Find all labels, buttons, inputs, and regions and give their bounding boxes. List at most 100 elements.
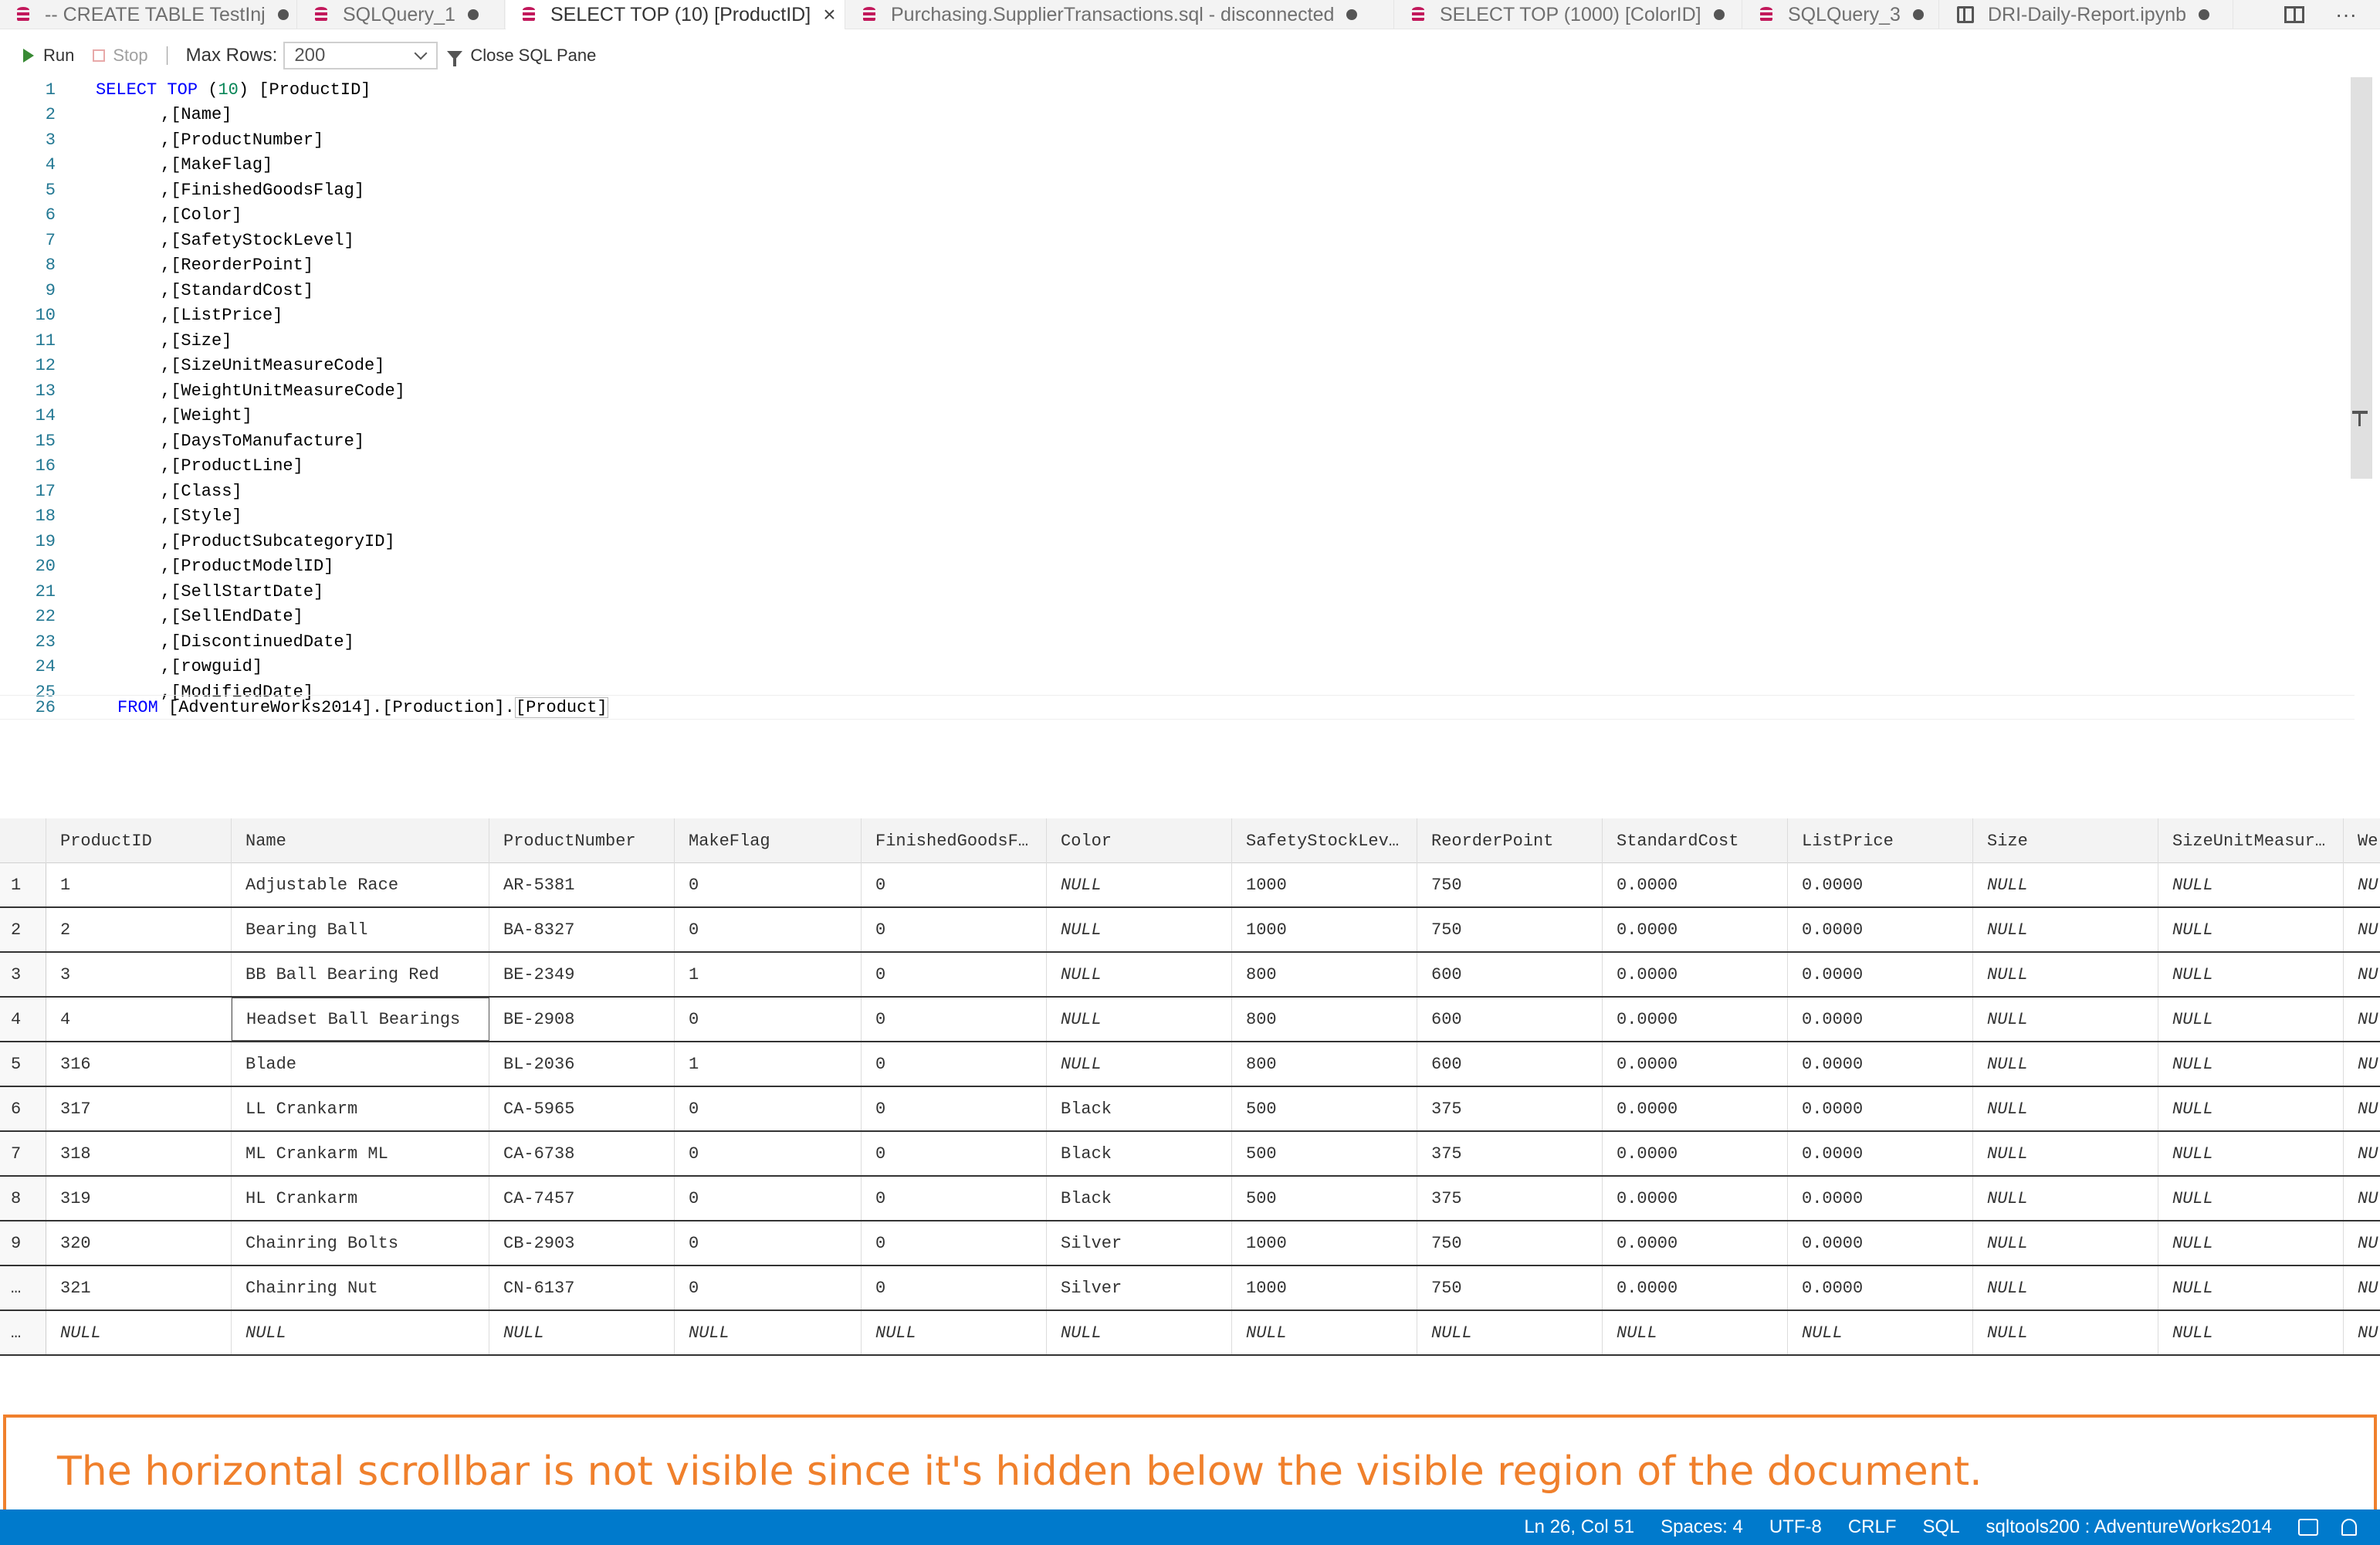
- row-number[interactable]: 9: [0, 1221, 46, 1265]
- table-cell[interactable]: 317: [46, 1087, 232, 1130]
- table-cell[interactable]: NULL: [2158, 908, 2344, 951]
- table-cell[interactable]: NULL: [1788, 1311, 1973, 1354]
- column-header[interactable]: ProductNumber: [489, 818, 675, 863]
- table-cell[interactable]: AR-5381: [489, 863, 675, 906]
- table-cell[interactable]: NULL: [2158, 1042, 2344, 1086]
- table-cell[interactable]: 1000: [1232, 1221, 1417, 1265]
- table-cell[interactable]: 375: [1417, 1132, 1603, 1175]
- table-cell[interactable]: 0: [862, 863, 1047, 906]
- column-header[interactable]: FinishedGoodsF…: [862, 818, 1047, 863]
- table-cell[interactable]: NU: [2344, 1042, 2380, 1086]
- table-row[interactable]: 7 318 ML Crankarm ML CA-6738 0 0 Black 500 375 0.…: [0, 1132, 2380, 1177]
- close-sql-pane-button[interactable]: Close SQL Pane: [447, 46, 596, 66]
- tab-dri-daily-report[interactable]: DRI-Daily-Report.ipynb: [1940, 0, 2233, 29]
- status-connection[interactable]: sqltools200 : AdventureWorks2014: [1986, 1516, 2272, 1538]
- table-cell[interactable]: 750: [1417, 908, 1603, 951]
- table-cell[interactable]: LL Crankarm: [232, 1087, 489, 1130]
- table-cell[interactable]: NU: [2344, 908, 2380, 951]
- table-cell[interactable]: NULL: [2158, 998, 2344, 1041]
- table-cell[interactable]: 0: [675, 863, 862, 906]
- table-cell[interactable]: 0: [862, 908, 1047, 951]
- table-row[interactable]: 2 2 Bearing Ball BA-8327 0 0 NULL 1000 750 0.0000…: [0, 908, 2380, 953]
- column-header[interactable]: ReorderPoint: [1417, 818, 1603, 863]
- row-number[interactable]: 3: [0, 953, 46, 996]
- sql-editor[interactable]: 1 SELECT TOP (10) [ProductID] 2 ,[Name] 3,…: [0, 77, 2380, 726]
- table-cell[interactable]: NULL: [1047, 998, 1232, 1041]
- table-cell[interactable]: 1000: [1232, 863, 1417, 906]
- table-cell[interactable]: NULL: [1973, 1311, 2158, 1354]
- table-cell[interactable]: 0.0000: [1788, 908, 1973, 951]
- table-cell[interactable]: 600: [1417, 953, 1603, 996]
- table-cell[interactable]: 750: [1417, 1221, 1603, 1265]
- table-cell[interactable]: HL Crankarm: [232, 1177, 489, 1220]
- table-row[interactable]: 3 3 BB Ball Bearing Red BE-2349 1 0 NULL 800 600…: [0, 953, 2380, 998]
- table-cell[interactable]: NULL: [2158, 1221, 2344, 1265]
- table-cell[interactable]: 0: [675, 1221, 862, 1265]
- table-cell[interactable]: NULL: [1047, 908, 1232, 951]
- table-cell[interactable]: 0: [862, 998, 1047, 1041]
- column-header[interactable]: ListPrice: [1788, 818, 1973, 863]
- table-row[interactable]: 5 316 Blade BL-2036 1 0 NULL 800 600 0.0000 0.0000…: [0, 1042, 2380, 1087]
- column-header[interactable]: Color: [1047, 818, 1232, 863]
- table-cell[interactable]: 0.0000: [1788, 1042, 1973, 1086]
- feedback-icon[interactable]: [2298, 1519, 2318, 1536]
- table-cell[interactable]: NULL: [1047, 953, 1232, 996]
- run-button[interactable]: Run: [23, 46, 74, 66]
- max-rows-select[interactable]: 200: [283, 42, 438, 69]
- table-cell[interactable]: NULL: [862, 1311, 1047, 1354]
- table-cell[interactable]: CB-2903: [489, 1221, 675, 1265]
- table-cell[interactable]: 750: [1417, 863, 1603, 906]
- table-cell[interactable]: 1000: [1232, 908, 1417, 951]
- table-cell[interactable]: 0: [862, 1132, 1047, 1175]
- table-cell[interactable]: 0: [862, 1221, 1047, 1265]
- table-cell[interactable]: NULL: [1232, 1311, 1417, 1354]
- table-cell[interactable]: Chainring Bolts: [232, 1221, 489, 1265]
- tab-purchasing-supplier-transactions[interactable]: Purchasing.SupplierTransactions.sql - di…: [846, 0, 1394, 29]
- table-cell[interactable]: NULL: [1973, 1132, 2158, 1175]
- table-cell[interactable]: NULL: [1973, 1177, 2158, 1220]
- close-icon[interactable]: ×: [823, 4, 835, 25]
- table-cell[interactable]: 0.0000: [1788, 1132, 1973, 1175]
- table-cell[interactable]: 0.0000: [1603, 998, 1788, 1041]
- table-cell[interactable]: CN-6137: [489, 1266, 675, 1310]
- table-cell[interactable]: NU: [2344, 1221, 2380, 1265]
- more-actions-icon[interactable]: ···: [2335, 2, 2357, 27]
- table-cell[interactable]: 316: [46, 1042, 232, 1086]
- column-header[interactable]: Name: [232, 818, 489, 863]
- table-row[interactable]: 4 4 Headset Ball Bearings BE-2908 0 0 NULL 800 6…: [0, 998, 2380, 1042]
- tab-create-table[interactable]: -- CREATE TABLE TestInj: [0, 0, 297, 29]
- table-cell[interactable]: NULL: [1417, 1311, 1603, 1354]
- row-number[interactable]: 7: [0, 1132, 46, 1175]
- table-cell[interactable]: NULL: [2158, 1087, 2344, 1130]
- row-number[interactable]: 1: [0, 863, 46, 906]
- split-editor-icon[interactable]: [2284, 6, 2305, 23]
- table-cell[interactable]: Blade: [232, 1042, 489, 1086]
- table-cell[interactable]: 321: [46, 1266, 232, 1310]
- table-cell[interactable]: BE-2349: [489, 953, 675, 996]
- table-cell[interactable]: 600: [1417, 998, 1603, 1041]
- table-cell[interactable]: 0: [675, 908, 862, 951]
- table-cell[interactable]: 0.0000: [1603, 1177, 1788, 1220]
- table-cell[interactable]: NULL: [2158, 1266, 2344, 1310]
- tab-select-top-10-productid[interactable]: SELECT TOP (10) [ProductID] ×: [506, 0, 845, 29]
- status-indentation[interactable]: Spaces: 4: [1661, 1516, 1743, 1538]
- row-number[interactable]: …: [0, 1266, 46, 1310]
- table-cell[interactable]: 375: [1417, 1177, 1603, 1220]
- table-cell[interactable]: NU: [2344, 1266, 2380, 1310]
- column-header[interactable]: Size: [1973, 818, 2158, 863]
- table-cell[interactable]: 750: [1417, 1266, 1603, 1310]
- table-cell[interactable]: 600: [1417, 1042, 1603, 1086]
- table-cell[interactable]: Black: [1047, 1087, 1232, 1130]
- table-cell[interactable]: Black: [1047, 1177, 1232, 1220]
- table-cell[interactable]: 0: [675, 1132, 862, 1175]
- table-row[interactable]: 9 320 Chainring Bolts CB-2903 0 0 Silver 1000 75…: [0, 1221, 2380, 1266]
- table-cell[interactable]: 0: [675, 998, 862, 1041]
- table-cell[interactable]: 0.0000: [1788, 1221, 1973, 1265]
- table-cell[interactable]: 0: [675, 1087, 862, 1130]
- tab-select-top-1000-colorid[interactable]: SELECT TOP (1000) [ColorID]: [1395, 0, 1742, 29]
- table-cell[interactable]: Silver: [1047, 1266, 1232, 1310]
- bell-icon[interactable]: [2341, 1519, 2357, 1536]
- table-cell[interactable]: BL-2036: [489, 1042, 675, 1086]
- column-header[interactable]: SizeUnitMeasur…: [2158, 818, 2344, 863]
- table-cell[interactable]: 0: [862, 1042, 1047, 1086]
